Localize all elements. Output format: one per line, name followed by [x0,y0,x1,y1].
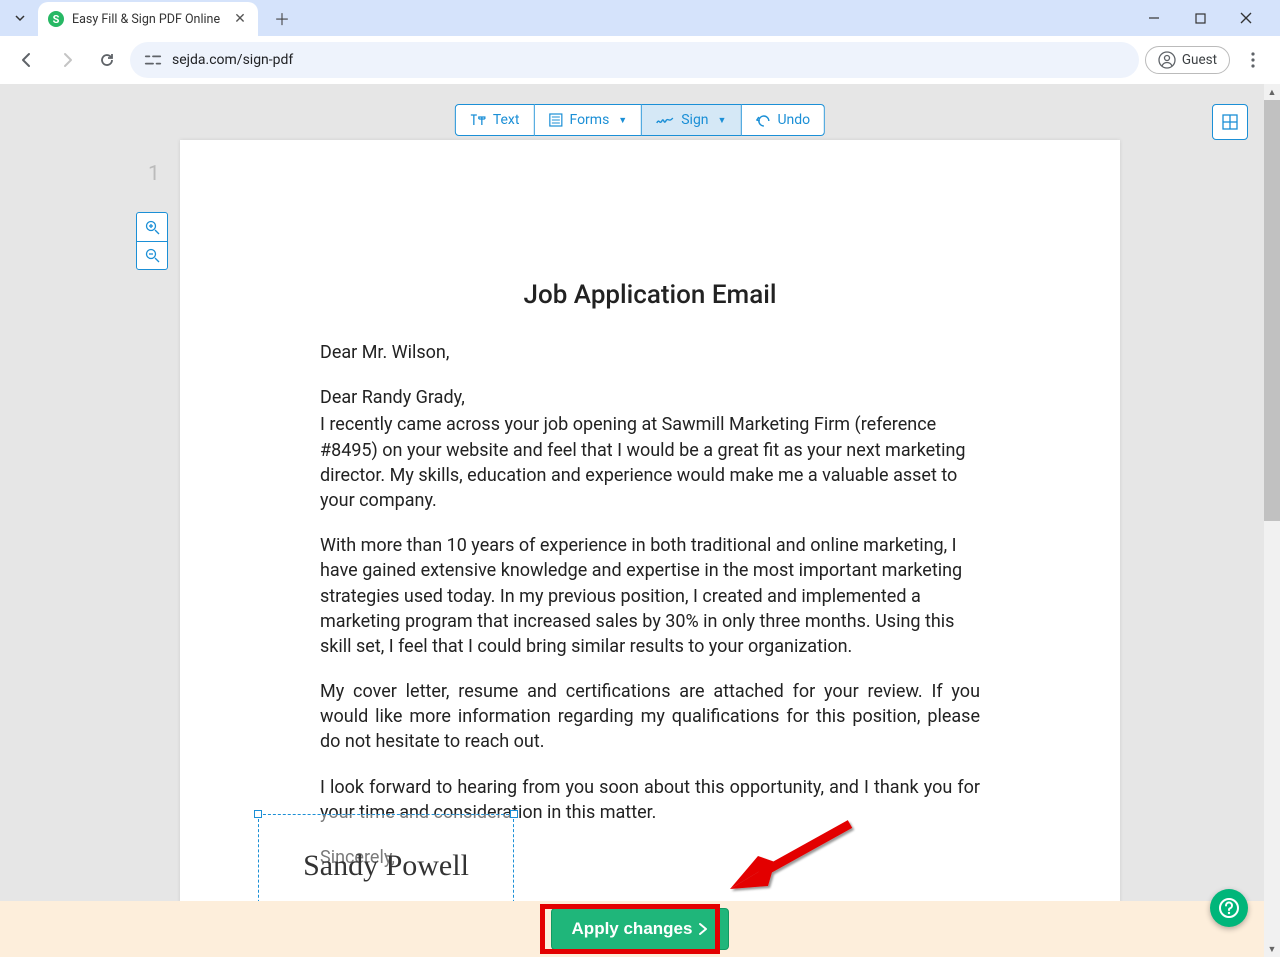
chevron-down-icon: ▼ [618,115,627,126]
resize-handle-ne[interactable] [510,810,518,818]
browser-tab[interactable]: S Easy Fill & Sign PDF Online ✕ [38,2,258,36]
greeting-1: Dear Mr. Wilson, [320,340,980,365]
app-viewport: Text Forms ▼ Sign ▼ Undo 1 Job Appl [0,84,1280,957]
address-row: sejda.com/sign-pdf Guest [0,36,1280,84]
back-button[interactable] [10,43,44,77]
tab-title: Easy Fill & Sign PDF Online [72,12,224,27]
tool-text-label: Text [493,112,520,128]
pdf-toolbar: Text Forms ▼ Sign ▼ Undo [455,104,825,136]
tool-undo-label: Undo [777,112,810,128]
signature-text: Sandy Powell [303,849,469,883]
document-title: Job Application Email [320,280,980,310]
tool-undo-button[interactable]: Undo [741,104,825,136]
zoom-controls [136,212,168,270]
tool-sign-label: Sign [681,112,708,128]
guest-label: Guest [1182,52,1217,68]
page-number: 1 [148,162,160,186]
forward-button[interactable] [50,43,84,77]
minimize-button[interactable] [1140,4,1168,32]
scroll-track[interactable] [1264,100,1280,941]
chevron-down-icon: ▼ [718,115,727,126]
profile-guest-button[interactable]: Guest [1145,46,1230,74]
chevron-right-icon [698,922,708,936]
close-window-button[interactable] [1232,4,1260,32]
tool-text-button[interactable]: Text [455,104,535,136]
tab-favicon-icon: S [48,11,64,27]
zoom-out-button[interactable] [137,241,167,269]
reload-button[interactable] [90,43,124,77]
window-controls [1140,4,1272,32]
site-settings-icon[interactable] [144,52,162,68]
vertical-scrollbar[interactable]: ▲ ▼ [1264,84,1280,957]
browser-menu-button[interactable] [1236,43,1270,77]
scroll-thumb[interactable] [1264,100,1280,521]
tabs-dropdown[interactable] [8,6,32,30]
greeting-2: Dear Randy Grady, [320,385,980,410]
new-tab-button[interactable]: ＋ [268,4,296,32]
browser-chrome: S Easy Fill & Sign PDF Online ✕ ＋ [0,0,1280,84]
scroll-down-button[interactable]: ▼ [1264,941,1280,957]
paragraph-1: I recently came across your job opening … [320,412,980,513]
paragraph-3: My cover letter, resume and certificatio… [320,679,980,755]
zoom-in-button[interactable] [137,213,167,241]
scroll-up-button[interactable]: ▲ [1264,84,1280,100]
page-grid-button[interactable] [1212,104,1248,140]
document-body: Dear Mr. Wilson, Dear Randy Grady, I rec… [320,340,980,870]
apply-changes-label: Apply changes [572,919,693,939]
tab-close-button[interactable]: ✕ [232,11,248,27]
tool-forms-button[interactable]: Forms ▼ [534,104,642,136]
tab-strip: S Easy Fill & Sign PDF Online ✕ ＋ [0,0,1280,36]
maximize-button[interactable] [1186,4,1214,32]
tool-sign-button[interactable]: Sign ▼ [642,104,741,136]
apply-bar: Apply changes [0,901,1280,957]
url-text: sejda.com/sign-pdf [172,52,293,68]
address-bar[interactable]: sejda.com/sign-pdf [130,42,1139,78]
apply-changes-button[interactable]: Apply changes [551,908,730,950]
resize-handle-nw[interactable] [254,810,262,818]
help-button[interactable] [1210,889,1248,927]
paragraph-2: With more than 10 years of experience in… [320,533,980,659]
tool-forms-label: Forms [569,112,609,128]
